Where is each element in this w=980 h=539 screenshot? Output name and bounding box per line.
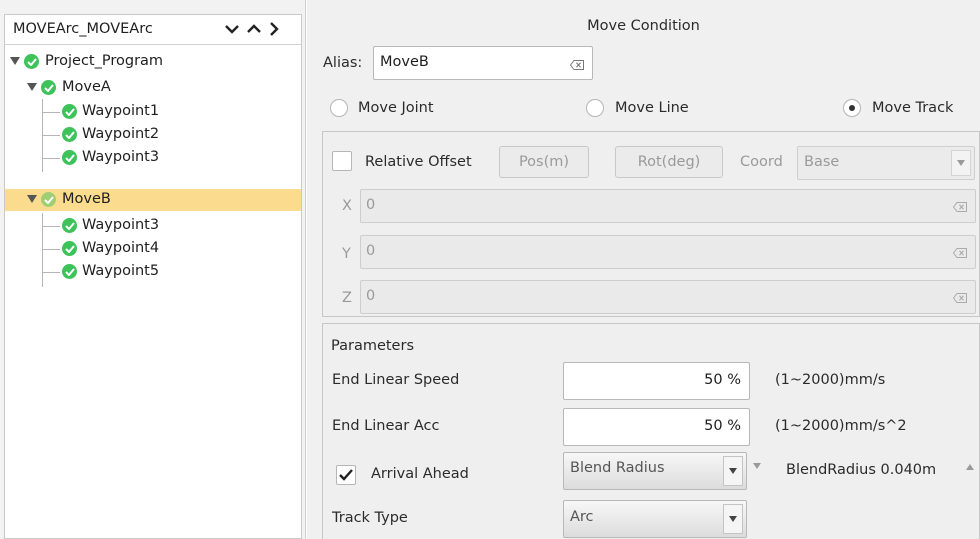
tree-title: MOVEArc_MOVEArc — [13, 21, 153, 37]
tree-item-moveb[interactable]: MoveB — [5, 189, 301, 211]
expand-arrow-icon[interactable] — [27, 83, 37, 91]
relative-offset-checkbox[interactable] — [332, 151, 352, 171]
clear-icon[interactable] — [953, 202, 967, 212]
check-circle-icon — [24, 54, 39, 69]
coord-label: Coord — [740, 154, 783, 170]
tree-item-waypoint[interactable]: Waypoint3 — [5, 147, 301, 169]
check-circle-icon — [62, 241, 77, 256]
tree-item-waypoint[interactable]: Waypoint3 — [5, 215, 301, 237]
arrival-mode-value: Blend Radius — [570, 460, 665, 476]
track-type-label: Track Type — [332, 510, 408, 526]
alias-value: MoveB — [380, 54, 429, 70]
tree-item-label: Project_Program — [45, 53, 164, 69]
check-circle-icon — [41, 80, 56, 95]
alias-label: Alias: — [323, 55, 363, 71]
chevron-down-icon[interactable] — [221, 18, 243, 40]
check-circle-icon — [62, 127, 77, 142]
track-type-select[interactable]: Arc — [563, 500, 747, 538]
arrival-mode-select[interactable]: Blend Radius — [563, 452, 747, 490]
tree-item-movea[interactable]: MoveA — [5, 77, 301, 99]
y-input[interactable]: 0 — [360, 235, 976, 269]
radio-move-track[interactable] — [843, 99, 861, 117]
parameters-title: Parameters — [331, 338, 414, 354]
y-label: Y — [342, 246, 351, 262]
x-input[interactable]: 0 — [360, 189, 976, 223]
pos-button[interactable]: Pos(m) — [499, 146, 589, 178]
x-value: 0 — [366, 197, 376, 213]
track-type-value: Arc — [570, 509, 594, 525]
expand-arrow-icon[interactable] — [10, 57, 20, 65]
move-condition-panel: Move Condition Alias: MoveB Move Joint M… — [307, 0, 980, 539]
tree-item-waypoint[interactable]: Waypoint2 — [5, 124, 301, 146]
check-circle-icon — [62, 218, 77, 233]
z-value: 0 — [366, 288, 376, 304]
end-linear-acc-range: (1~2000)mm/s^2 — [775, 418, 907, 434]
panel-title: Move Condition — [587, 18, 700, 34]
end-linear-speed-range: (1~2000)mm/s — [775, 372, 886, 388]
end-linear-acc-value: 50 % — [704, 418, 741, 434]
alias-input[interactable]: MoveB — [373, 46, 593, 80]
checkmark-icon — [339, 469, 353, 481]
tree-item-project-program[interactable]: Project_Program — [5, 51, 301, 73]
tree-item-label: Waypoint3 — [82, 149, 160, 165]
clear-icon[interactable] — [570, 60, 584, 70]
end-linear-speed-label: End Linear Speed — [332, 372, 460, 388]
check-circle-icon — [62, 264, 77, 279]
tree-item-label: Waypoint3 — [82, 217, 160, 233]
tree-item-label: MoveB — [62, 191, 111, 207]
end-linear-speed-value: 50 % — [704, 372, 741, 388]
chevron-up-icon[interactable] — [243, 18, 265, 40]
radio-move-line-label: Move Line — [615, 100, 689, 116]
program-tree-panel: MOVEArc_MOVEArc Project_Program MoveA Wa… — [0, 0, 306, 539]
radio-move-track-label: Move Track — [872, 100, 954, 116]
check-circle-icon — [62, 150, 77, 165]
tree-item-label: MoveA — [62, 79, 111, 95]
offset-group: Relative Offset Pos(m) Rot(deg) Coord Ba… — [322, 131, 980, 317]
y-value: 0 — [366, 243, 376, 259]
check-circle-icon — [62, 104, 77, 119]
blend-radius-decrease-icon[interactable] — [753, 463, 761, 469]
tree-header: MOVEArc_MOVEArc — [5, 15, 301, 45]
dropdown-arrow-icon[interactable] — [723, 504, 743, 534]
radio-move-joint-label: Move Joint — [358, 100, 434, 116]
end-linear-acc-label: End Linear Acc — [332, 418, 440, 434]
rot-button[interactable]: Rot(deg) — [615, 146, 723, 178]
tree-item-label: Waypoint1 — [82, 103, 160, 119]
clear-icon[interactable] — [953, 293, 967, 303]
radio-move-line[interactable] — [586, 99, 604, 117]
program-tree: MOVEArc_MOVEArc Project_Program MoveA Wa… — [4, 14, 302, 539]
blend-radius-label: BlendRadius 0.040m — [786, 462, 937, 478]
end-linear-acc-input[interactable]: 50 % — [563, 408, 750, 446]
arrival-ahead-checkbox[interactable] — [336, 465, 356, 485]
tree-item-label: Waypoint5 — [82, 263, 160, 279]
check-circle-icon — [41, 192, 56, 207]
coord-select[interactable]: Base — [797, 146, 975, 180]
tree-item-label: Waypoint4 — [82, 240, 160, 256]
x-label: X — [342, 198, 352, 214]
tree-item-label: Waypoint2 — [82, 126, 160, 142]
z-label: Z — [342, 290, 352, 306]
tree-item-waypoint[interactable]: Waypoint5 — [5, 261, 301, 283]
end-linear-speed-input[interactable]: 50 % — [563, 362, 750, 400]
chevron-right-icon[interactable] — [263, 18, 285, 40]
expand-arrow-icon[interactable] — [27, 195, 37, 203]
tree-item-waypoint[interactable]: Waypoint4 — [5, 238, 301, 260]
z-input[interactable]: 0 — [360, 280, 976, 314]
relative-offset-label: Relative Offset — [365, 154, 472, 170]
dropdown-arrow-icon[interactable] — [951, 150, 971, 176]
clear-icon[interactable] — [953, 248, 967, 258]
parameters-group: Parameters End Linear Speed 50 % (1~2000… — [322, 323, 980, 539]
dropdown-arrow-icon[interactable] — [723, 456, 743, 486]
coord-value: Base — [804, 154, 840, 170]
blend-radius-increase-icon[interactable] — [966, 464, 974, 470]
arrival-ahead-label: Arrival Ahead — [371, 466, 469, 482]
tree-item-waypoint[interactable]: Waypoint1 — [5, 101, 301, 123]
radio-move-joint[interactable] — [330, 99, 348, 117]
